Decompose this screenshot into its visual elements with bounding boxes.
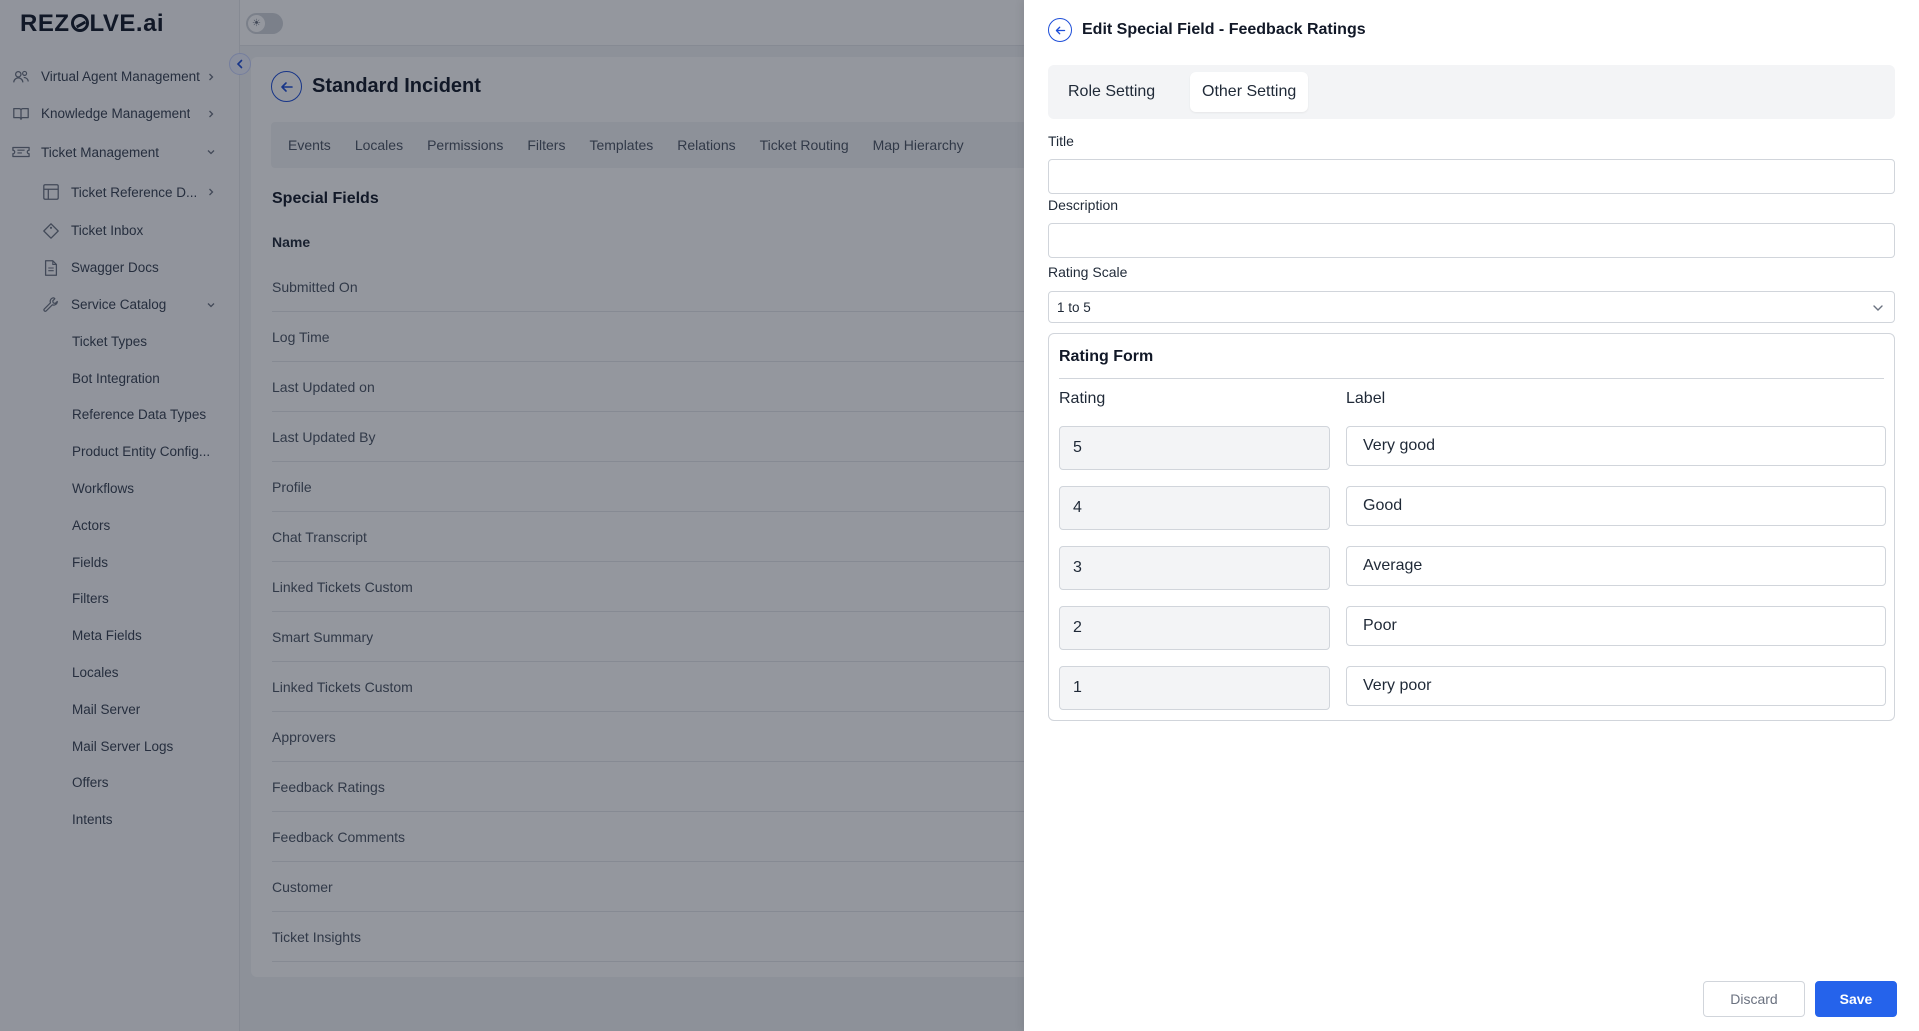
drawer-header: Edit Special Field - Feedback Ratings — [1048, 18, 1366, 42]
arrow-left-icon — [1055, 26, 1065, 34]
modal-backdrop[interactable] — [0, 0, 1024, 1031]
description-label: Description — [1048, 197, 1119, 213]
save-button[interactable]: Save — [1815, 981, 1897, 1017]
rating-form-divider — [1059, 378, 1884, 379]
rating-label-input[interactable] — [1346, 666, 1886, 706]
edit-special-field-drawer: Edit Special Field - Feedback Ratings Ro… — [1024, 0, 1919, 1031]
rating-value-field: 1 — [1059, 666, 1330, 710]
rating-row: 4 — [1059, 486, 1886, 530]
rating-label-input[interactable] — [1346, 486, 1886, 526]
drawer-back-button[interactable] — [1048, 18, 1072, 42]
rating-value-field: 4 — [1059, 486, 1330, 530]
rating-label-input[interactable] — [1346, 426, 1886, 466]
chevron-down-icon — [1873, 305, 1883, 311]
rating-row: 1 — [1059, 666, 1886, 710]
rating-label-input[interactable] — [1346, 546, 1886, 586]
discard-button[interactable]: Discard — [1703, 981, 1805, 1017]
title-label: Title — [1048, 133, 1074, 149]
description-input[interactable] — [1048, 223, 1895, 258]
rating-row: 5 — [1059, 426, 1886, 470]
rating-value-field: 5 — [1059, 426, 1330, 470]
rating-scale-select[interactable]: 1 to 5 — [1048, 291, 1895, 323]
rating-row: 2 — [1059, 606, 1886, 650]
drawer-tabs: Role Setting Other Setting — [1048, 65, 1895, 119]
rating-scale-value: 1 to 5 — [1057, 299, 1091, 315]
rating-row: 3 — [1059, 546, 1886, 590]
rating-value-field: 3 — [1059, 546, 1330, 590]
drawer-title: Edit Special Field - Feedback Ratings — [1082, 21, 1366, 38]
tab-role-setting[interactable]: Role Setting — [1056, 72, 1167, 112]
rating-form-title: Rating Form — [1059, 348, 1154, 365]
rating-column-header: Rating — [1059, 390, 1106, 407]
title-input[interactable] — [1048, 159, 1895, 194]
label-column-header: Label — [1346, 390, 1386, 407]
rating-scale-label: Rating Scale — [1048, 264, 1128, 280]
rating-form: Rating Form Rating Label 5 4 3 2 1 — [1048, 333, 1895, 721]
tab-other-setting[interactable]: Other Setting — [1190, 72, 1309, 112]
rating-value-field: 2 — [1059, 606, 1330, 650]
rating-label-input[interactable] — [1346, 606, 1886, 646]
